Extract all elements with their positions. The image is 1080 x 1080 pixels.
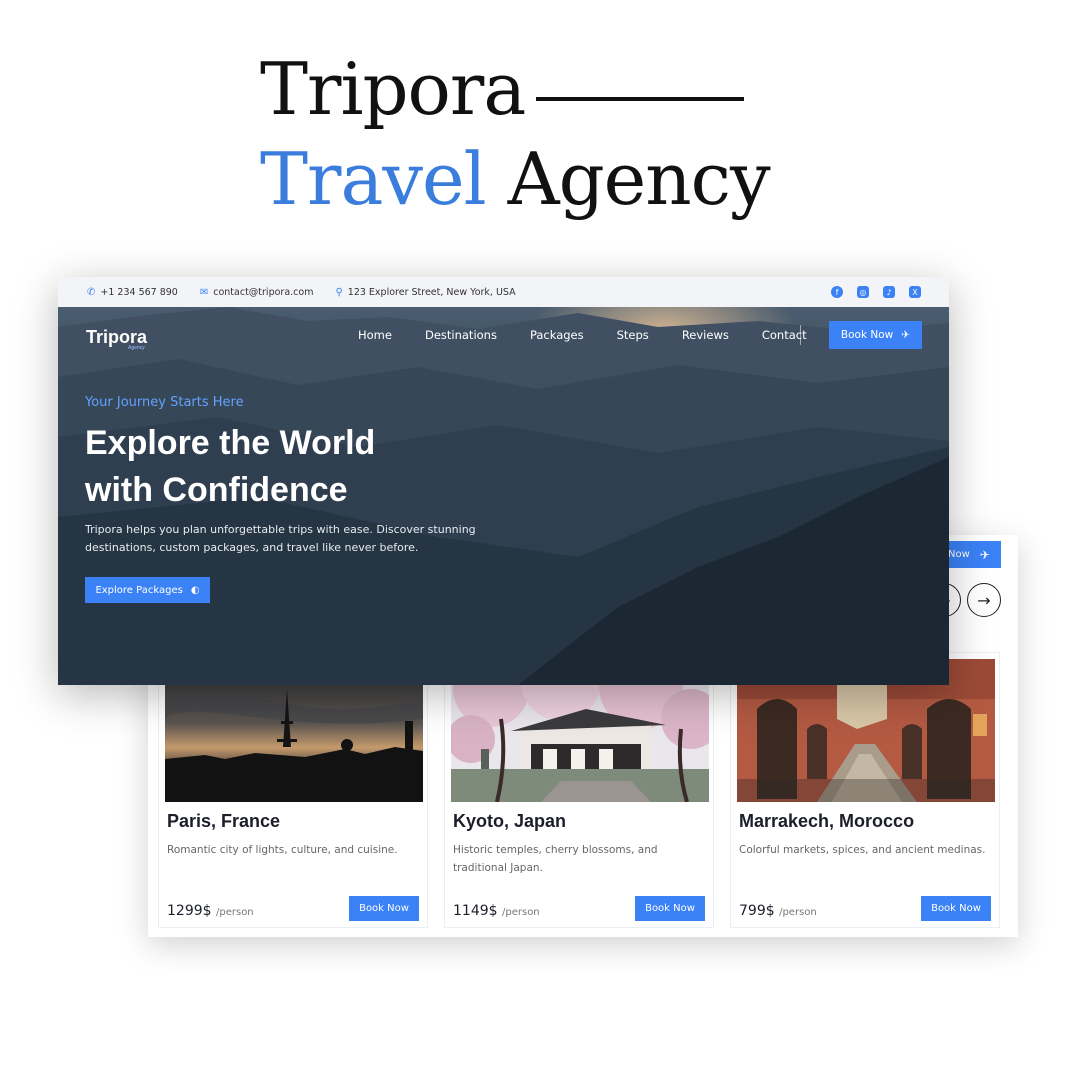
headline-line: with Confidence [85,471,348,509]
subtitle-accent-word: Travel [260,137,487,221]
logo-subtext: Agency [128,345,145,351]
plane-icon: ✈ [901,329,911,341]
subtitle-word: Agency [507,137,771,221]
card-price: 1299$ /person [167,903,254,919]
nav-book-now-button[interactable]: Book Now ✈ [829,321,922,349]
explore-packages-button[interactable]: Explore Packages ◐ [85,577,210,603]
price-value: 799$ [739,903,775,919]
book-label: Now [948,549,970,560]
cta-label: Explore Packages [95,584,183,596]
facebook-icon[interactable]: f [831,286,843,298]
address-text: 123 Explorer Street, New York, USA [347,286,516,298]
arrow-right-icon: → [977,590,991,610]
destination-card-paris: Paris, France Romantic city of lights, c… [158,652,428,928]
title-rule [536,97,744,101]
hero-tagline: Your Journey Starts Here [85,395,244,410]
book-now-button[interactable]: Book Now [349,896,419,921]
card-price: 1149$ /person [453,903,540,919]
email-text[interactable]: contact@tripora.com [213,287,313,298]
phone-info: ✆ +1 234 567 890 [87,287,178,298]
phone-text[interactable]: +1 234 567 890 [100,287,177,298]
card-title: Marrakech, Morocco [739,811,915,831]
nav-home[interactable]: Home [358,328,392,342]
nav-steps[interactable]: Steps [617,328,649,342]
social-links: f ◎ ♪ X [831,286,921,298]
hero-window: ✆ +1 234 567 890 ✉ contact@tripora.com ⚲ 12… [58,277,949,685]
plane-icon: ✈ [979,547,990,562]
price-value: 1149$ [453,903,498,919]
tiktok-icon[interactable]: ♪ [883,286,895,298]
address-info: ⚲ 123 Explorer Street, New York, USA [335,287,515,298]
instagram-icon[interactable]: ◎ [857,286,869,298]
book-now-button[interactable]: Book Now [635,896,705,921]
location-pin-icon: ⚲ [335,286,343,298]
destination-card-kyoto: Kyoto, Japan Historic temples, cherry bl… [444,652,714,928]
headline-line: Explore the World [85,424,376,462]
email-info: ✉ contact@tripora.com [200,287,314,298]
x-icon[interactable]: X [909,286,921,298]
nav-destinations[interactable]: Destinations [425,328,497,342]
logo-text: Tripora [86,327,148,347]
card-description: Colorful markets, spices, and ancient me… [739,844,986,856]
hero-description: Tripora helps you plan unforgettable tri… [85,523,476,554]
book-now-button[interactable]: Book Now [921,896,991,921]
poster-title: Tripora [260,47,526,131]
carousel-next-button[interactable]: → [967,583,1001,617]
card-description: Romantic city of lights, culture, and cu… [167,844,398,856]
card-title: Paris, France [167,811,281,831]
nav-packages[interactable]: Packages [530,328,584,342]
book-label: Book Now [840,329,894,341]
hero-headline: Explore the World with Confidence [85,420,505,514]
price-unit: /person [216,907,254,918]
destination-card-marrakech: Marrakech, Morocco Colorful markets, spi… [730,652,1000,928]
price-value: 1299$ [167,903,212,919]
nav-divider [800,325,801,345]
mail-icon: ✉ [199,286,209,298]
main-nav: Home Destinations Packages Steps Reviews… [358,328,840,342]
nav-reviews[interactable]: Reviews [682,328,729,342]
card-description: Historic temples, cherry blossoms, and t… [453,844,658,874]
tripora-logo[interactable]: Tripora Agency [86,327,148,351]
card-title: Kyoto, Japan [453,811,567,831]
poster-subtitle: Travel Agency [260,134,771,224]
contact-topbar: ✆ +1 234 567 890 ✉ contact@tripora.com ⚲ 12… [58,277,949,307]
phone-icon: ✆ [87,286,96,298]
price-unit: /person [502,907,540,918]
price-unit: /person [779,907,817,918]
card-price: 799$ /person [739,903,817,919]
globe-icon: ◐ [190,584,200,596]
